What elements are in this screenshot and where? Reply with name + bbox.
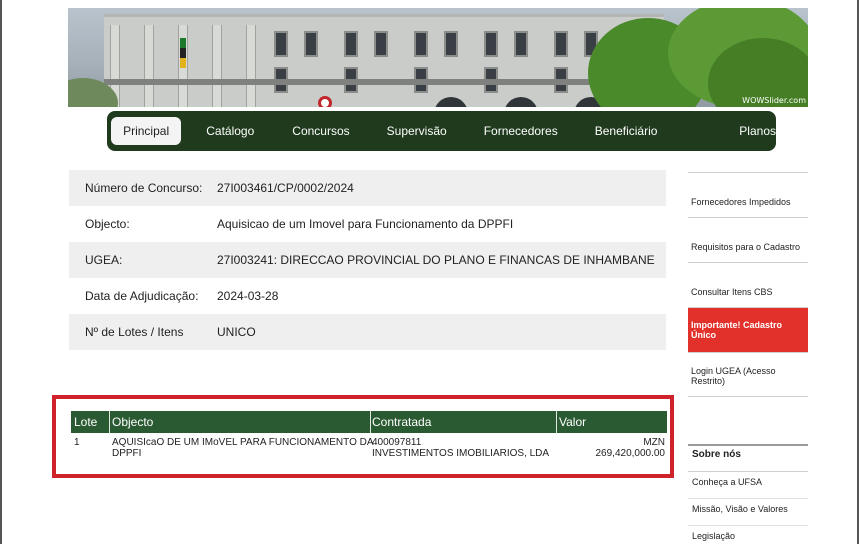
cell-contratada-line2: INVESTIMENTOS IMOBILIARIOS, LDA bbox=[372, 448, 550, 459]
cell-lote: 1 bbox=[74, 437, 80, 448]
nav-item-concursos[interactable]: Concursos bbox=[292, 117, 349, 145]
nav-item-beneficiario-efectivo[interactable]: Beneficiário Efectivo bbox=[595, 117, 703, 166]
tender-value: UNICO bbox=[217, 325, 256, 339]
tender-row-data-adjudicacao: Data de Adjudicação: 2024-03-28 bbox=[69, 278, 666, 314]
tender-value: Aquisicao de um Imovel para Funcionament… bbox=[217, 217, 514, 231]
header-objecto: Objecto bbox=[112, 415, 154, 429]
adjudication-results-highlight: Lote Objecto Contratada Valor 1 AQUISIca… bbox=[52, 395, 674, 478]
header-banner-image: WOWSlider.com bbox=[68, 8, 808, 107]
nav-item-planos[interactable]: Planos bbox=[739, 117, 776, 145]
traffic-sign-icon bbox=[318, 96, 332, 107]
sidebar-about-heading: Sobre nós bbox=[688, 444, 808, 472]
table-row: 1 AQUISIcaO DE UM IMoVEL PARA FUNCIONAME… bbox=[71, 437, 667, 467]
sidebar-item-fornecedores-impedidos[interactable]: Fornecedores Impedidos bbox=[688, 172, 808, 217]
window-frame-left bbox=[0, 0, 2, 544]
main-nav: Principal Catálogo Concursos Supervisão … bbox=[107, 111, 776, 166]
tender-label: UGEA: bbox=[85, 253, 123, 267]
header-contratada: Contratada bbox=[372, 415, 432, 429]
tender-row-objecto: Objecto: Aquisicao de um Imovel para Fun… bbox=[69, 206, 666, 242]
sidebar-link-conheca-ufsa[interactable]: Conheça a UFSA bbox=[688, 472, 808, 499]
tender-label: Nº de Lotes / Itens bbox=[85, 325, 184, 339]
banner-building bbox=[104, 14, 664, 107]
sidebar: Fornecedores Impedidos Requisitos para o… bbox=[688, 172, 808, 397]
tender-row-ugea: UGEA: 27I003241: DIRECCAO PROVINCIAL DO … bbox=[69, 242, 666, 278]
results-table-header: Lote Objecto Contratada Valor bbox=[71, 411, 667, 433]
sidebar-link-missao-visao-valores[interactable]: Missão, Visão e Valores bbox=[688, 499, 808, 526]
tender-details: Número de Concurso: 27I003461/CP/0002/20… bbox=[69, 170, 666, 350]
sidebar-item-cadastro-unico[interactable]: Importante! Cadastro Único bbox=[688, 307, 808, 352]
tender-row-numero: Número de Concurso: 27I003461/CP/0002/20… bbox=[69, 170, 666, 206]
tender-value: 27I003461/CP/0002/2024 bbox=[217, 181, 354, 195]
banner-watermark: WOWSlider.com bbox=[742, 96, 806, 105]
sidebar-item-login-ugea[interactable]: Login UGEA (Acesso Restrito) bbox=[688, 352, 808, 397]
nav-item-supervisao[interactable]: Supervisão bbox=[387, 117, 447, 145]
header-valor: Valor bbox=[559, 415, 587, 429]
tender-row-lotes: Nº de Lotes / Itens UNICO bbox=[69, 314, 666, 350]
sidebar-item-consultar-itens-cbs[interactable]: Consultar Itens CBS bbox=[688, 262, 808, 307]
header-lote: Lote bbox=[74, 415, 98, 429]
tender-label: Data de Adjudicação: bbox=[85, 289, 199, 303]
sidebar-link-legislacao[interactable]: Legislação bbox=[688, 526, 808, 544]
nav-item-fornecedores[interactable]: Fornecedores bbox=[484, 117, 558, 145]
cell-amount: 269,420,000.00 bbox=[595, 448, 665, 459]
tender-label: Objecto: bbox=[85, 217, 130, 231]
window-frame-right bbox=[857, 0, 859, 544]
cell-objecto-line2: DPPFI bbox=[112, 448, 142, 459]
tender-label: Número de Concurso: bbox=[85, 181, 203, 195]
cell-objecto-line1: AQUISIcaO DE UM IMoVEL PARA FUNCIONAMENT… bbox=[112, 437, 374, 448]
nav-item-principal[interactable]: Principal bbox=[111, 117, 182, 145]
sidebar-item-requisitos-cadastro[interactable]: Requisitos para o Cadastro bbox=[688, 217, 808, 262]
nav-item-catalogo[interactable]: Catálogo bbox=[206, 117, 254, 145]
tender-value: 2024-03-28 bbox=[217, 289, 279, 303]
tender-value: 27I003241: DIRECCAO PROVINCIAL DO PLANO … bbox=[217, 253, 655, 267]
flag-icon bbox=[180, 38, 186, 68]
